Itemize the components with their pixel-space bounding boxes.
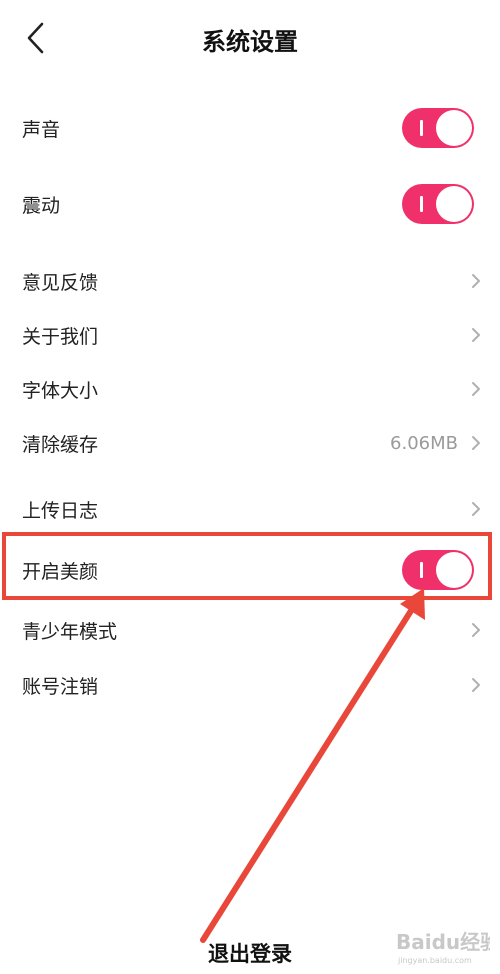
chevron-right-icon	[472, 328, 480, 342]
toggle-on-indicator	[420, 196, 423, 212]
setting-label: 青少年模式	[22, 620, 118, 643]
setting-label: 账号注销	[22, 675, 99, 698]
header-bar: 系统设置	[0, 0, 500, 78]
page-title: 系统设置	[202, 28, 298, 56]
setting-label: 关于我们	[22, 325, 99, 348]
chevron-right-icon	[472, 274, 480, 288]
watermark-subtext: jingyan.baidu.com	[397, 956, 472, 965]
chevron-right-icon	[472, 623, 480, 637]
baidu-jingyan-watermark: Baidu经验 jingyan.baidu.com	[396, 930, 490, 965]
chevron-right-icon	[472, 678, 480, 692]
chevron-right-icon	[472, 436, 480, 450]
setting-label: 清除缓存	[22, 433, 99, 456]
setting-row-sound[interactable]: 声音	[0, 100, 500, 156]
watermark-text: Baidu经验	[396, 930, 490, 954]
setting-label: 震动	[22, 194, 61, 217]
setting-row-clear-cache[interactable]: 清除缓存 6.06MB	[0, 415, 500, 471]
sound-toggle[interactable]	[402, 108, 474, 148]
setting-label: 意见反馈	[22, 271, 99, 294]
setting-row-upload-log[interactable]: 上传日志	[0, 481, 500, 537]
toggle-knob	[436, 186, 472, 222]
setting-label: 字体大小	[22, 379, 99, 402]
toggle-on-indicator	[420, 120, 423, 136]
setting-row-about[interactable]: 关于我们	[0, 307, 500, 363]
chevron-right-icon	[472, 382, 480, 396]
chevron-right-icon	[472, 502, 480, 516]
setting-row-feedback[interactable]: 意见反馈	[0, 253, 500, 309]
toggle-knob	[436, 110, 472, 146]
setting-row-account-deletion[interactable]: 账号注销	[0, 657, 500, 713]
setting-row-vibration[interactable]: 震动	[0, 176, 500, 232]
setting-label: 上传日志	[22, 499, 99, 522]
setting-label: 声音	[22, 118, 61, 141]
setting-row-font-size[interactable]: 字体大小	[0, 361, 500, 417]
vibration-toggle[interactable]	[402, 184, 474, 224]
cache-size-value: 6.06MB	[390, 432, 458, 454]
setting-row-teen-mode[interactable]: 青少年模式	[0, 602, 500, 658]
annotation-highlight-box	[2, 532, 492, 600]
